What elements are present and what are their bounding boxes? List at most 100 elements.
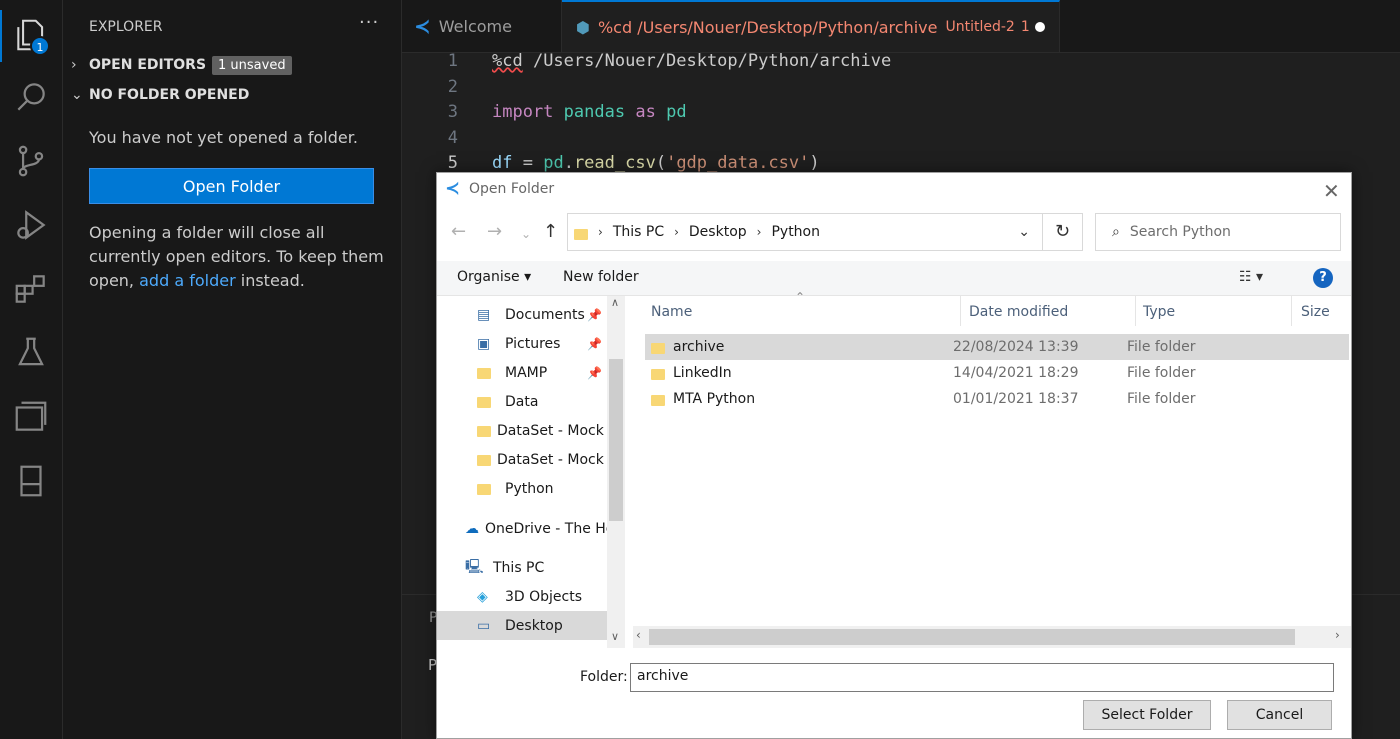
- open-folder-button[interactable]: Open Folder: [89, 168, 374, 204]
- file-date: 22/08/2024 13:39: [953, 339, 1079, 355]
- extensions-icon[interactable]: [12, 270, 50, 308]
- column-header[interactable]: Date modified: [969, 304, 1068, 320]
- tab-welcome[interactable]: ≺ Welcome: [402, 0, 562, 52]
- code-line[interactable]: 1 %cd /Users/Nouer/Desktop/Python/archive: [402, 51, 1400, 77]
- pin-icon: 📌: [587, 307, 602, 322]
- scrollbar-thumb[interactable]: [649, 629, 1295, 645]
- column-divider[interactable]: [960, 296, 961, 326]
- source-control-icon[interactable]: [12, 142, 50, 180]
- column-divider[interactable]: [1291, 296, 1292, 326]
- code-line[interactable]: 2: [402, 77, 1400, 103]
- scroll-left-icon[interactable]: ‹: [636, 628, 641, 642]
- breadcrumb-separator-icon: ›: [674, 225, 679, 239]
- breadcrumb-python[interactable]: Python: [771, 224, 820, 240]
- opening-folder-message: Opening a folder will close all currentl…: [89, 221, 389, 293]
- onedrive-icon: ☁: [465, 520, 479, 537]
- column-divider[interactable]: [1135, 296, 1136, 326]
- code-token: pd: [666, 102, 687, 122]
- tab-untitled-2[interactable]: ⬢ %cd /Users/Nouer/Desktop/Python/archiv…: [562, 0, 1060, 52]
- breadcrumb-desktop[interactable]: Desktop: [689, 224, 747, 240]
- folder-icon: [477, 365, 499, 381]
- scrollbar-thumb[interactable]: [609, 359, 623, 521]
- file-row[interactable]: archive 22/08/2024 13:39 File folder: [645, 334, 1349, 360]
- column-header[interactable]: Name: [651, 304, 692, 320]
- horizontal-scrollbar[interactable]: ‹ ›: [633, 626, 1351, 648]
- navigation-scrollbar[interactable]: ∧ ∨: [607, 296, 625, 648]
- explorer-badge: 1: [30, 36, 50, 56]
- file-row[interactable]: LinkedIn 14/04/2021 18:29 File folder: [645, 360, 1349, 386]
- opening-msg-tail: instead.: [235, 271, 305, 290]
- nav-item[interactable]: DataSet - Mock T: [437, 416, 607, 445]
- folder-icon: [574, 228, 588, 240]
- vscode-logo-icon: ≺: [414, 14, 431, 38]
- active-indicator: [0, 10, 2, 62]
- nav-item-label: 3D Objects: [505, 588, 583, 605]
- add-folder-link[interactable]: add a folder: [139, 271, 236, 290]
- recent-locations-chevron-icon[interactable]: ⌄: [521, 227, 531, 241]
- code-text: %cd /Users/Nouer/Desktop/Python/archive: [492, 51, 891, 71]
- nav-item[interactable]: ◈ 3D Objects: [437, 582, 607, 611]
- notebook-icon[interactable]: [12, 462, 50, 500]
- folder-label: Folder:: [580, 669, 628, 685]
- nav-item[interactable]: DataSet - Mock T: [437, 445, 607, 474]
- code-line[interactable]: 4: [402, 128, 1400, 154]
- dialog-title: Open Folder: [469, 181, 555, 197]
- desktop-icon: ▭: [477, 617, 491, 634]
- line-number: 4: [447, 127, 458, 148]
- view-options-icon[interactable]: ☷ ▾: [1239, 269, 1263, 285]
- search-icon[interactable]: [12, 78, 50, 116]
- column-header[interactable]: Type: [1143, 304, 1175, 320]
- unsaved-dot-icon[interactable]: [1035, 22, 1045, 32]
- no-folder-header[interactable]: ⌄ NO FOLDER OPENED: [71, 87, 249, 103]
- nav-item[interactable]: ▤ Documents 📌: [437, 300, 607, 329]
- more-actions-icon[interactable]: ···: [359, 12, 379, 33]
- file-name: archive: [673, 339, 725, 355]
- up-arrow-icon[interactable]: ↑: [543, 221, 558, 242]
- nav-item[interactable]: ▤ Documents: [437, 640, 607, 649]
- file-date: 14/04/2021 18:29: [953, 365, 1079, 381]
- folder-icon: [651, 363, 665, 380]
- code-token: /Users/Nouer/Desktop/Python/archive: [522, 51, 892, 71]
- folder-icon: [477, 481, 499, 497]
- open-folder-dialog: ≺ Open Folder ✕ ← → ⌄ ↑ › This PC › Desk…: [436, 172, 1352, 739]
- address-bar[interactable]: › This PC › Desktop › Python ⌄: [567, 213, 1043, 251]
- cancel-button[interactable]: Cancel: [1227, 700, 1332, 730]
- select-folder-button[interactable]: Select Folder: [1083, 700, 1211, 730]
- run-debug-icon[interactable]: [12, 206, 50, 244]
- nav-item[interactable]: Data: [437, 387, 607, 416]
- breadcrumb-this-pc[interactable]: This PC: [613, 224, 664, 240]
- close-icon[interactable]: ✕: [1323, 179, 1340, 203]
- help-icon[interactable]: ?: [1313, 268, 1333, 288]
- testing-icon[interactable]: [12, 334, 50, 372]
- nav-item-label: OneDrive - The He: [485, 520, 607, 537]
- column-header[interactable]: Size: [1301, 304, 1330, 320]
- file-row[interactable]: MTA Python 01/01/2021 18:37 File folder: [645, 386, 1349, 412]
- nav-item[interactable]: ▣ Pictures 📌: [437, 329, 607, 358]
- activity-bar: 1: [0, 0, 63, 739]
- nav-item[interactable]: ☁ OneDrive - The He: [437, 514, 607, 543]
- unsaved-badge: 1 unsaved: [212, 56, 292, 75]
- address-dropdown-chevron-icon[interactable]: ⌄: [1018, 224, 1030, 240]
- nav-item[interactable]: MAMP 📌: [437, 358, 607, 387]
- code-line[interactable]: 3 import pandas as pd: [402, 102, 1400, 128]
- scroll-down-icon[interactable]: ∨: [611, 630, 619, 643]
- code-text: df = pd.read_csv('gdp_data.csv'): [492, 153, 820, 173]
- search-input[interactable]: ⌕ Search Python: [1095, 213, 1341, 251]
- back-arrow-icon[interactable]: ←: [451, 221, 466, 242]
- organise-button[interactable]: Organise ▾: [457, 269, 531, 285]
- forward-arrow-icon[interactable]: →: [487, 221, 502, 242]
- nav-item[interactable]: ▭ Desktop: [437, 611, 607, 640]
- line-number: 1: [447, 51, 458, 71]
- folder-name-input[interactable]: archive: [630, 663, 1334, 692]
- new-folder-button[interactable]: New folder: [563, 269, 639, 285]
- open-editors-header[interactable]: › OPEN EDITORS 1 unsaved: [71, 56, 292, 75]
- remote-explorer-icon[interactable]: [12, 398, 50, 436]
- nav-item[interactable]: 🖳 This PC: [437, 553, 607, 582]
- nav-item[interactable]: Python: [437, 474, 607, 503]
- scroll-up-icon[interactable]: ∧: [611, 296, 619, 309]
- scroll-right-icon[interactable]: ›: [1335, 628, 1340, 642]
- folder-shape: [651, 395, 665, 406]
- refresh-icon[interactable]: ↻: [1043, 213, 1083, 251]
- 3d-objects-icon: ◈: [477, 588, 488, 605]
